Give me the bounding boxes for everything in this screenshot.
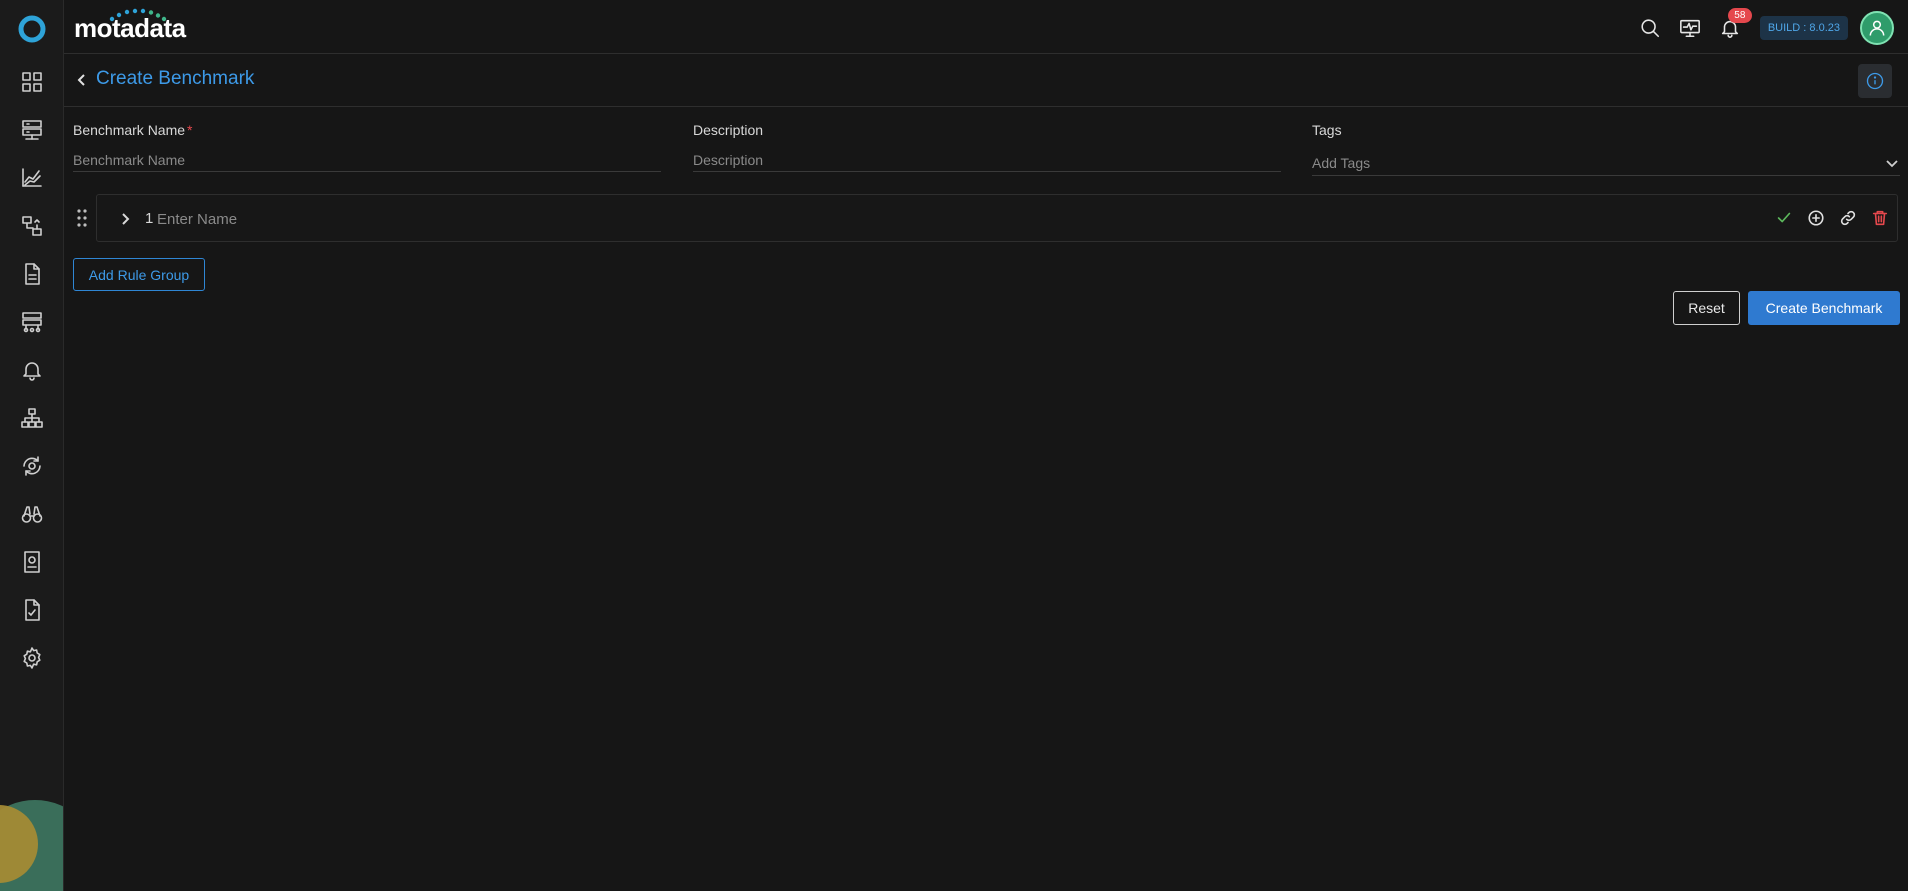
rule-group-row: 1 bbox=[96, 194, 1898, 242]
back-button[interactable] bbox=[70, 68, 94, 92]
search-icon bbox=[1641, 19, 1659, 38]
monitor-button[interactable] bbox=[1676, 14, 1704, 42]
page-title: Create Benchmark bbox=[96, 68, 255, 89]
confirm-rule-group-button[interactable] bbox=[1773, 207, 1795, 229]
sidebar-item-metrics[interactable] bbox=[0, 154, 63, 202]
delete-rule-group-button[interactable] bbox=[1869, 207, 1891, 229]
build-version-badge: BUILD : 8.0.23 bbox=[1759, 16, 1848, 40]
sidebar-item-hierarchy[interactable] bbox=[0, 394, 63, 442]
add-rule-group-button[interactable]: Add Rule Group bbox=[73, 258, 205, 291]
topology-flow-icon bbox=[22, 216, 42, 236]
logo-dots-icon bbox=[109, 8, 167, 22]
description-input[interactable] bbox=[693, 148, 1281, 172]
chevron-right-icon bbox=[122, 213, 130, 225]
add-rule-button[interactable] bbox=[1805, 207, 1827, 229]
check-icon bbox=[1777, 212, 1791, 223]
sidebar-item-topology[interactable] bbox=[0, 202, 63, 250]
tags-label: Tags bbox=[1312, 122, 1342, 138]
sidebar bbox=[0, 0, 64, 891]
info-button[interactable] bbox=[1858, 64, 1892, 98]
expand-rule-group-button[interactable] bbox=[115, 209, 135, 229]
drag-dots-icon bbox=[77, 209, 87, 227]
sidebar-item-alerts[interactable] bbox=[0, 346, 63, 394]
reset-button[interactable]: Reset bbox=[1673, 291, 1740, 325]
hierarchy-icon bbox=[21, 408, 43, 428]
tags-select[interactable]: Add Tags bbox=[1312, 150, 1900, 176]
sidebar-item-documents[interactable] bbox=[0, 250, 63, 298]
report-icon bbox=[24, 551, 40, 573]
rule-group-index: 1 bbox=[145, 210, 154, 227]
user-icon bbox=[1869, 20, 1885, 36]
drag-handle[interactable] bbox=[74, 206, 90, 230]
benchmark-name-label: Benchmark Name bbox=[73, 122, 186, 138]
info-icon bbox=[1866, 72, 1884, 90]
link-icon bbox=[1840, 210, 1856, 226]
tags-placeholder: Add Tags bbox=[1312, 154, 1371, 171]
page-header: Create Benchmark bbox=[64, 54, 1908, 107]
rule-group-name-input[interactable] bbox=[157, 206, 757, 232]
link-rule-group-button[interactable] bbox=[1837, 207, 1859, 229]
sidebar-item-settings[interactable] bbox=[0, 634, 63, 682]
notifications-button[interactable]: 58 bbox=[1716, 8, 1752, 42]
binoculars-icon bbox=[21, 506, 43, 523]
sidebar-item-reports[interactable] bbox=[0, 538, 63, 586]
notification-badge: 58 bbox=[1727, 8, 1752, 23]
bell-icon bbox=[23, 362, 41, 381]
description-field: Description bbox=[693, 122, 1281, 172]
sidebar-item-servers[interactable] bbox=[0, 106, 63, 154]
benchmark-name-field: Benchmark Name * bbox=[73, 122, 661, 172]
compliance-checklist-icon bbox=[25, 599, 40, 621]
dashboard-grid-icon bbox=[22, 72, 42, 92]
benchmark-name-input[interactable] bbox=[73, 148, 661, 172]
sidebar-item-explorer[interactable] bbox=[0, 490, 63, 538]
tags-field: Tags Add Tags bbox=[1312, 122, 1900, 176]
document-icon bbox=[25, 263, 40, 285]
sync-gear-icon bbox=[23, 456, 41, 476]
create-benchmark-button[interactable]: Create Benchmark bbox=[1748, 291, 1900, 325]
app-logo-icon[interactable] bbox=[17, 14, 47, 44]
metric-chart-icon bbox=[22, 168, 42, 187]
top-bar: motadata 58 BUILD : 8.0.23 bbox=[64, 0, 1908, 54]
server-icon bbox=[22, 120, 42, 140]
network-devices-icon bbox=[22, 312, 42, 333]
trash-icon bbox=[1872, 210, 1888, 226]
sidebar-item-automation[interactable] bbox=[0, 442, 63, 490]
brand-logo[interactable]: motadata bbox=[74, 8, 186, 44]
sidebar-item-dashboard[interactable] bbox=[0, 58, 63, 106]
plus-circle-icon bbox=[1808, 210, 1824, 226]
user-avatar[interactable] bbox=[1860, 11, 1894, 45]
chevron-left-icon bbox=[77, 74, 85, 86]
chevron-down-icon bbox=[1886, 159, 1898, 167]
settings-gear-icon bbox=[23, 647, 41, 669]
monitor-pulse-icon bbox=[1679, 19, 1700, 38]
search-button[interactable] bbox=[1636, 14, 1664, 42]
description-label: Description bbox=[693, 122, 764, 138]
sidebar-item-compliance[interactable] bbox=[0, 586, 63, 634]
sidebar-item-network[interactable] bbox=[0, 298, 63, 346]
required-marker: * bbox=[187, 122, 193, 138]
